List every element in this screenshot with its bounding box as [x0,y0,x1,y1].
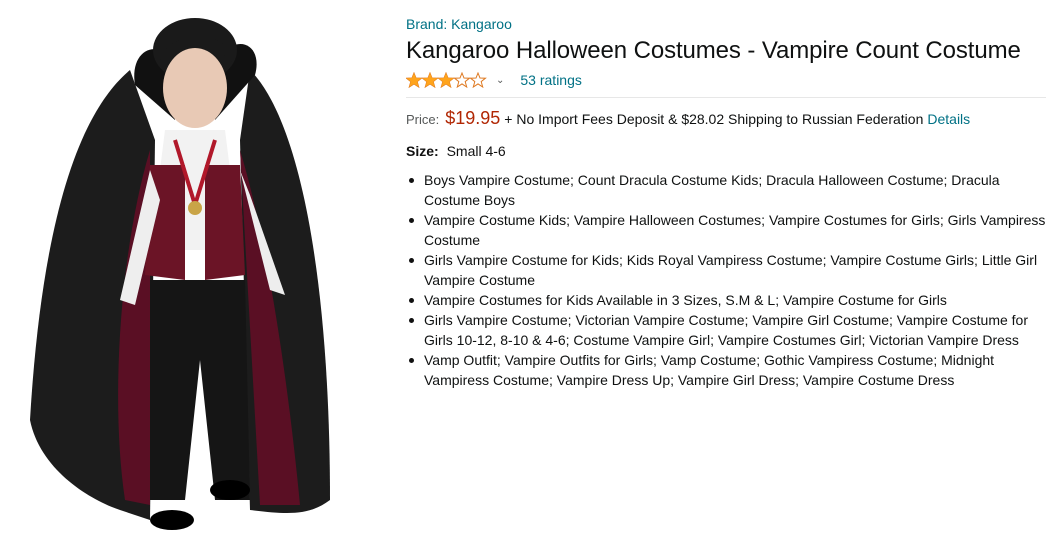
rating-row: ⌄ 53 ratings [406,69,1051,91]
feature-bullet: Boys Vampire Costume; Count Dracula Cost… [406,170,1051,210]
price-label: Price: [406,112,440,127]
star-rating[interactable] [406,72,488,88]
product-info: Brand: Kangaroo Kangaroo Halloween Costu… [406,14,1051,390]
feature-bullet: Vamp Outfit; Vampire Outfits for Girls; … [406,350,1051,390]
feature-bullets: Boys Vampire Costume; Count Dracula Cost… [406,170,1051,390]
feature-bullet: Vampire Costumes for Kids Available in 3… [406,290,1051,310]
price-row: Price: $19.95 + No Import Fees Deposit &… [406,107,1051,131]
feature-bullet: Vampire Costume Kids; Vampire Halloween … [406,210,1051,250]
brand-link[interactable]: Brand: Kangaroo [406,14,512,34]
ratings-count-link[interactable]: 53 ratings [520,72,581,88]
product-title: Kangaroo Halloween Costumes - Vampire Co… [406,37,1021,64]
size-row: Size: Small 4-6 [406,141,1051,161]
shipping-text: + No Import Fees Deposit & $28.02 Shippi… [504,111,924,127]
size-label: Size: [406,143,439,159]
size-value: Small 4-6 [446,143,506,159]
vampire-costume-photo [30,18,330,530]
star-icons [406,72,486,88]
shipping-details-link[interactable]: Details [927,108,970,130]
section-divider [406,97,1046,98]
price-value: $19.95 [445,108,501,128]
feature-bullet: Girls Vampire Costume; Victorian Vampire… [406,310,1051,350]
product-image[interactable] [0,0,390,545]
chevron-down-icon[interactable]: ⌄ [496,75,504,86]
feature-bullet: Girls Vampire Costume for Kids; Kids Roy… [406,250,1051,290]
